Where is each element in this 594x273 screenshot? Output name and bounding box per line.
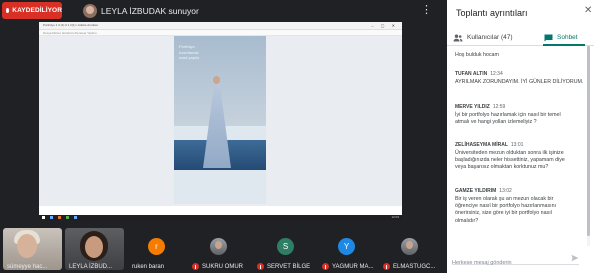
taskbar-app-icon [74, 216, 77, 219]
participant-name: SERVET BİLGE [257, 263, 310, 270]
message-text: Hoş bulduk hocam [455, 52, 499, 58]
meeting-top-bar: KAYDEDİLİYOR LEYLA İZBUDAK sunuyor ⋮ [0, 0, 447, 22]
shared-screen: Portfolyo 1 3 (2) 0 1 2(1) / Adobe Acrob… [39, 22, 402, 220]
avatar: Y [338, 238, 355, 255]
message-sender: ZELİHASEYMA MİRAL [455, 142, 508, 148]
participant-name: ruken baran [132, 264, 165, 270]
message-text: Üniversiteden mezun olduktan sonra ilk i… [455, 150, 565, 171]
participant-name: SUKRU OMUR [192, 263, 243, 270]
chat-message: Hoş bulduk hocam [455, 46, 583, 59]
mic-off-icon [383, 263, 390, 270]
message-text: AYRILMAK ZORUNDAYIM. İYİ GÜNLER DİLİYORU… [455, 79, 584, 85]
chat-message: ZELİHASEYMA MİRAL 13:01 Üniversiteden mez… [455, 142, 583, 172]
chat-message: GAMZE YILDIRIM 13:02 Bir iş veren olarak … [455, 188, 583, 225]
participant-tile[interactable]: Y YAGMUR MA... [320, 226, 378, 273]
message-time: 12:59 [492, 104, 506, 110]
participant-tile[interactable]: r ruken baran [130, 226, 185, 273]
chat-message: TUFAN ALTIN 12:34 AYRILMAK ZORUNDAYIM. İY… [455, 71, 583, 86]
panel-tabs: Kullanıcılar (47) Sohbet [447, 29, 594, 46]
record-dot-icon [6, 8, 10, 13]
participant-name-wrap: LEYLA İZBUD... [65, 226, 124, 273]
message-meta: GAMZE YILDIRIM 13:02 [455, 188, 583, 194]
windows-taskbar: 12:03 [39, 215, 402, 220]
taskbar-clock: 12:03 [391, 215, 399, 219]
participant-strip: sümeyye hac... LEYLA İZBUD... r ruken ba… [0, 226, 447, 273]
recording-badge: KAYDEDİLİYOR [2, 2, 62, 19]
chat-icon [544, 34, 553, 41]
chat-message-input[interactable] [452, 256, 562, 270]
recording-label: KAYDEDİLİYOR [12, 7, 62, 14]
mic-off-icon [192, 263, 199, 270]
document-page: Portfolyo hazırlamak nasıl yapılır [174, 36, 266, 204]
window-menu: Dosya Düzen Görünüm Pencere Yardım [43, 30, 97, 35]
presenter-avatar [83, 4, 97, 18]
window-title: Portfolyo 1 3 (2) 0 1 2(1) / Adobe Acrob… [43, 23, 98, 27]
tab-people-label: Kullanıcılar (47) [467, 34, 513, 41]
message-sender: TUFAN ALTIN [455, 71, 488, 77]
avatar [401, 238, 418, 255]
mic-off-icon [257, 263, 264, 270]
taskbar-app-icon [66, 216, 69, 219]
scrollbar-thumb[interactable] [587, 46, 590, 236]
message-text: Bir iş veren olarak şu an mezun olacak b… [455, 196, 556, 224]
message-meta [455, 46, 583, 50]
mic-off-icon [322, 263, 329, 270]
tab-people[interactable]: Kullanıcılar (47) [453, 29, 513, 46]
page-footer-area [174, 170, 266, 204]
more-vert-icon[interactable]: ⋮ [421, 5, 432, 16]
participant-name-wrap: sümeyye hac... [3, 226, 62, 273]
page-heading: Portfolyo hazırlamak nasıl yapılır [179, 44, 200, 60]
chat-message: MERVE YILDIZ 12:59 İyi bir portfolyo hazı… [455, 104, 583, 126]
start-icon [42, 216, 45, 219]
avatar: r [148, 238, 165, 255]
participant-tile[interactable]: ELMASTUGC... [381, 226, 443, 273]
message-sender: GAMZE YILDIRIM [455, 188, 497, 194]
document-viewer: Portfolyo hazırlamak nasıl yapılır [39, 36, 402, 206]
participant-name: sümeyye hac... [7, 264, 48, 270]
message-meta: MERVE YILDIZ 12:59 [455, 104, 583, 110]
tab-chat-label: Sohbet [557, 34, 578, 41]
send-icon[interactable] [571, 254, 579, 262]
chat-composer [452, 251, 579, 270]
window-controls: – ▢ ✕ [371, 23, 398, 28]
message-time: 13:01 [510, 142, 524, 148]
meeting-details-panel: Toplantı ayrıntıları ✕ Kullanıcılar (47)… [447, 0, 594, 273]
message-meta: TUFAN ALTIN 12:34 [455, 71, 583, 77]
message-sender: MERVE YILDIZ [455, 104, 490, 110]
message-time: 12:34 [490, 71, 503, 77]
message-time: 13:02 [499, 188, 512, 194]
taskbar-app-icon [50, 216, 53, 219]
presenter-title: LEYLA İZBUDAK sunuyor [101, 6, 199, 16]
chat-messages: Hoş bulduk hocam TUFAN ALTIN 12:34 AYRILM… [447, 46, 594, 246]
close-icon[interactable]: ✕ [584, 6, 592, 16]
participant-name: YAGMUR MA... [322, 263, 374, 270]
chat-scrollbar[interactable] [587, 46, 590, 246]
participant-tile[interactable]: SUKRU OMUR [190, 226, 250, 273]
participant-tile[interactable]: S SERVET BİLGE [255, 226, 317, 273]
avatar: S [277, 238, 294, 255]
model-figure-image [201, 76, 233, 168]
avatar [210, 238, 227, 255]
window-title-bar: Portfolyo 1 3 (2) 0 1 2(1) / Adobe Acrob… [39, 22, 402, 30]
participant-name: ELMASTUGC... [383, 263, 435, 270]
people-icon [453, 34, 463, 41]
panel-title: Toplantı ayrıntıları [456, 8, 528, 18]
participant-name: LEYLA İZBUD... [69, 264, 113, 270]
message-text: İyi bir portfolyo hazırlamak için nasıl … [455, 112, 561, 126]
message-meta: ZELİHASEYMA MİRAL 13:01 [455, 142, 583, 148]
taskbar-app-icon [58, 216, 61, 219]
